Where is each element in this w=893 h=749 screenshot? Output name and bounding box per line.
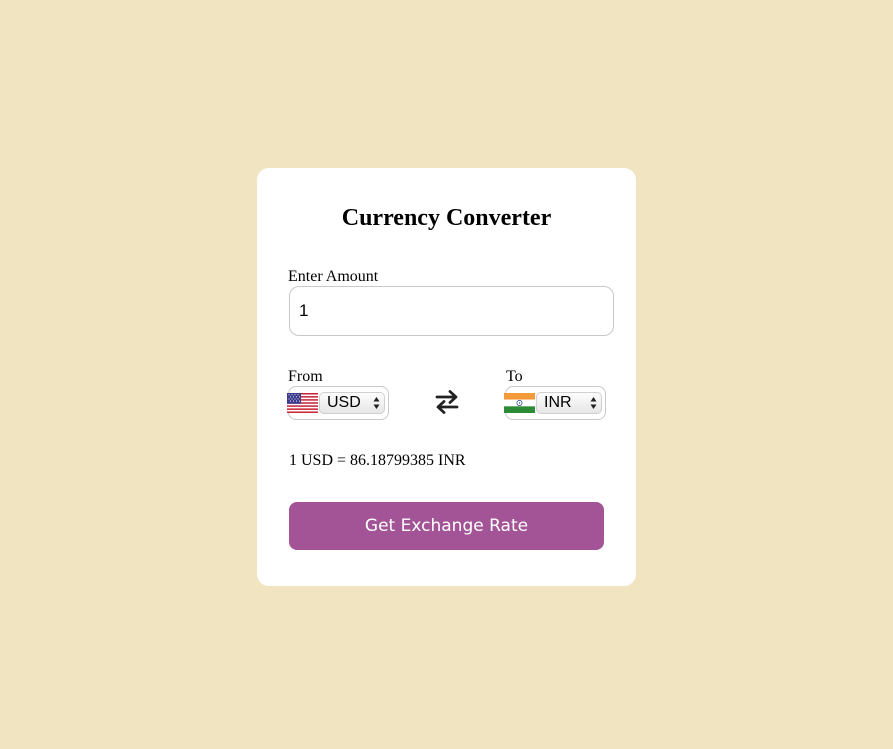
dropdown-arrows-icon	[373, 396, 380, 410]
from-currency-dropdown[interactable]: USD	[319, 392, 385, 414]
to-label: To	[506, 368, 523, 385]
to-currency-value: INR	[544, 394, 572, 411]
to-currency-dropdown[interactable]: INR	[536, 392, 602, 414]
us-flag-icon	[287, 393, 318, 413]
amount-input[interactable]	[289, 286, 614, 336]
from-currency-select[interactable]: USD	[287, 386, 389, 420]
page-title: Currency Converter	[341, 205, 552, 231]
converter-card: Currency Converter Enter Amount From	[257, 168, 636, 586]
to-currency-select[interactable]: INR	[504, 386, 606, 420]
india-flag-icon	[504, 393, 535, 413]
from-currency-value: USD	[327, 394, 361, 411]
get-exchange-rate-button[interactable]: Get Exchange Rate	[289, 502, 604, 550]
from-label: From	[288, 368, 323, 385]
exchange-rate-result: 1 USD = 86.18799385 INR	[289, 452, 466, 469]
swap-arrows-icon[interactable]	[433, 387, 461, 417]
amount-label: Enter Amount	[288, 268, 379, 285]
dropdown-arrows-icon	[590, 396, 597, 410]
